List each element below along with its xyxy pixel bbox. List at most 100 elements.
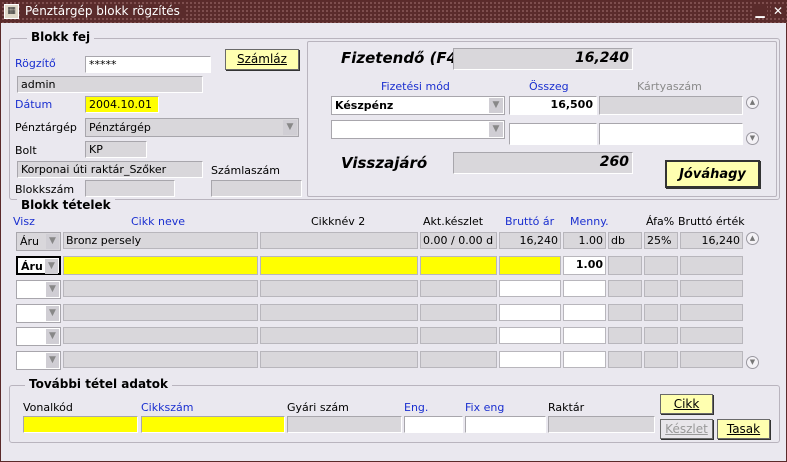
- visz-select-row2[interactable]: Áru ▼: [16, 256, 61, 275]
- visz-select-row5[interactable]: ▼: [16, 327, 61, 346]
- cikk-neve-cell-row3[interactable]: [63, 280, 258, 297]
- keszlet-cell-row3: [420, 280, 497, 297]
- unit-cell-row2: [608, 256, 642, 275]
- visz-select-row3[interactable]: ▼: [16, 280, 61, 299]
- bolt-label: Bolt: [15, 144, 37, 157]
- szamlaz-button[interactable]: Számláz: [225, 49, 299, 70]
- szamlaszam-field[interactable]: [211, 180, 302, 197]
- payment-scrollbar[interactable]: ▲ ▼: [746, 96, 759, 146]
- afa-header: Áfa%: [646, 215, 675, 228]
- minimize-icon[interactable]: ▁: [753, 4, 767, 18]
- keszlet-cell-row5: [420, 327, 497, 344]
- cikkszam-field[interactable]: [141, 416, 285, 433]
- rogzito-field[interactable]: *****: [85, 56, 211, 73]
- chevron-down-icon[interactable]: ▼: [46, 329, 59, 344]
- unit-cell-row4: [608, 304, 642, 321]
- brutto-ar-cell-row2[interactable]: [499, 256, 561, 275]
- cikknev2-cell-row4: [260, 304, 418, 321]
- tasak-button[interactable]: Tasak: [717, 419, 770, 439]
- main-window: ▦ Pénztárgép blokk rögzítés ▁ ✕ Blokk fe…: [0, 0, 787, 462]
- gyari-szam-field[interactable]: [287, 416, 402, 433]
- eng-field[interactable]: [404, 416, 463, 433]
- menny-cell-row1[interactable]: 1.00: [563, 232, 606, 249]
- bolt-field[interactable]: KP: [85, 141, 147, 158]
- tetelek-scrollbar[interactable]: ▲ ▼: [746, 232, 759, 370]
- cikk-neve-header: Cikk neve: [131, 215, 185, 228]
- visszajaro-label: Visszajáró: [341, 154, 428, 172]
- brutto-ertek-cell-row1: 16,240: [680, 232, 743, 249]
- close-icon[interactable]: ✕: [771, 4, 785, 18]
- vonalkod-field[interactable]: [23, 416, 138, 433]
- cikk-neve-cell-row6[interactable]: [63, 351, 258, 368]
- tovabbi-title: További tétel adatok: [25, 377, 173, 391]
- menny-header: Menny.: [570, 215, 609, 228]
- visz-header: Visz: [13, 215, 35, 228]
- menny-cell-row4[interactable]: [563, 304, 606, 321]
- chevron-down-icon[interactable]: ▼: [46, 306, 59, 321]
- menny-cell-row2[interactable]: 1.00: [563, 256, 606, 275]
- menny-cell-row6[interactable]: [563, 351, 606, 368]
- rogzito-label: Rögzítő: [15, 57, 56, 70]
- keszlet-cell-row4: [420, 304, 497, 321]
- penztargep-select[interactable]: Pénztárgép ▼: [85, 118, 299, 137]
- cikk-neve-cell-row5[interactable]: [63, 327, 258, 344]
- datum-field[interactable]: 2004.10.01: [85, 96, 159, 113]
- afa-cell-row1: 25%: [644, 232, 678, 249]
- cikknev2-cell-row2[interactable]: [260, 256, 418, 275]
- chevron-down-icon[interactable]: ▼: [283, 120, 297, 135]
- title-bar: ▦ Pénztárgép blokk rögzítés ▁ ✕: [1, 1, 787, 23]
- cikk-button[interactable]: Cikk: [660, 394, 713, 414]
- jovahagy-button[interactable]: Jóváhagy: [665, 160, 760, 188]
- brutto-ertek-cell-row4: [680, 304, 743, 321]
- chevron-down-icon[interactable]: ▼: [45, 259, 58, 274]
- keszlet-cell-row2: [420, 256, 497, 275]
- scroll-up-icon[interactable]: ▲: [746, 96, 759, 109]
- kartyaszam-field-2[interactable]: [599, 123, 743, 145]
- osszeg-field-2[interactable]: [509, 123, 597, 145]
- eng-label: Eng.: [404, 401, 429, 414]
- brutto-ar-cell-row6[interactable]: [499, 351, 561, 368]
- brutto-ertek-header: Bruttó érték: [678, 215, 745, 228]
- fizetesi-mod-select-2[interactable]: ▼: [331, 120, 505, 139]
- visz-select-row1[interactable]: Áru ▼: [16, 232, 61, 251]
- menny-cell-row3[interactable]: [563, 280, 606, 297]
- visz-select-row6[interactable]: ▼: [16, 351, 61, 370]
- brutto-ertek-cell-row5: [680, 327, 743, 344]
- brutto-ar-cell-row1[interactable]: 16,240: [499, 232, 561, 249]
- keszlet-button[interactable]: Készlet: [660, 419, 713, 439]
- blokkszam-field[interactable]: [85, 180, 175, 197]
- brutto-ar-cell-row4[interactable]: [499, 304, 561, 321]
- osszeg-field-1[interactable]: 16,500: [509, 96, 597, 115]
- cikk-neve-cell-row1[interactable]: Bronz persely: [63, 232, 258, 249]
- raktar-label: Raktár: [548, 401, 585, 414]
- fix-eng-field[interactable]: [465, 416, 546, 433]
- raktar-field[interactable]: [548, 416, 655, 433]
- cikk-neve-cell-row2[interactable]: [63, 256, 258, 275]
- unit-cell-row3: [608, 280, 642, 297]
- scroll-down-icon[interactable]: ▼: [746, 132, 759, 145]
- visz-select-row4[interactable]: ▼: [16, 304, 61, 323]
- cikknev2-cell-row5: [260, 327, 418, 344]
- brutto-ertek-cell-row2: [680, 256, 743, 275]
- brutto-ar-cell-row3[interactable]: [499, 280, 561, 297]
- cikk-neve-cell-row4[interactable]: [63, 304, 258, 321]
- chevron-down-icon[interactable]: ▼: [489, 122, 503, 137]
- brutto-ar-header: Bruttó ár: [505, 215, 555, 228]
- chevron-down-icon[interactable]: ▼: [46, 234, 59, 249]
- chevron-down-icon[interactable]: ▼: [46, 282, 59, 297]
- datum-label: Dátum: [15, 98, 53, 111]
- chevron-down-icon[interactable]: ▼: [489, 98, 503, 113]
- brutto-ar-cell-row5[interactable]: [499, 327, 561, 344]
- fizetesi-mod-header: Fizetési mód: [381, 80, 450, 93]
- afa-cell-row2: [644, 256, 678, 275]
- kartyaszam-field-1[interactable]: [599, 96, 743, 115]
- menny-cell-row5[interactable]: [563, 327, 606, 344]
- keszlet-cell-row1: 0.00 / 0.00 d: [420, 232, 497, 249]
- scroll-down-icon[interactable]: ▼: [746, 356, 759, 369]
- chevron-down-icon[interactable]: ▼: [46, 353, 59, 368]
- scroll-up-icon[interactable]: ▲: [746, 232, 759, 245]
- kartyaszam-header: Kártyaszám: [637, 80, 702, 93]
- brutto-ertek-cell-row6: [680, 351, 743, 368]
- fizetesi-mod-select-1[interactable]: Készpénz ▼: [331, 96, 505, 115]
- blokk-tetelek-title: Blokk tételek: [17, 198, 115, 212]
